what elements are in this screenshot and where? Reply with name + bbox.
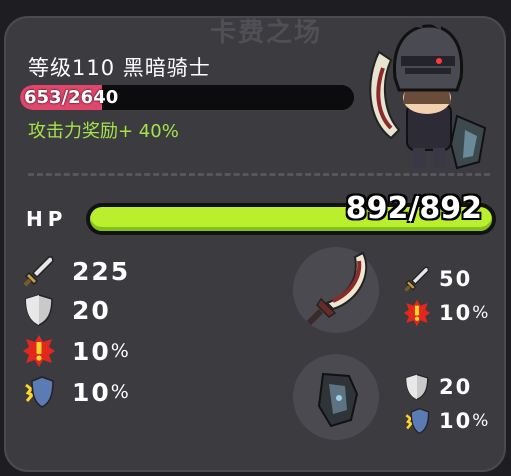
attack-bonus-text: 攻击力奖励+ 40%: [28, 121, 179, 142]
divider: [28, 173, 490, 176]
block-shield-icon: [25, 376, 54, 408]
shield-block: 10 %: [403, 407, 488, 435]
xp-text: 653/2640: [24, 87, 119, 108]
stat-defense: 20: [22, 293, 111, 327]
attack-value: 225: [72, 256, 131, 286]
block-value: 10: [72, 377, 111, 407]
block-unit: %: [110, 381, 129, 403]
curved-sword-icon: [306, 251, 368, 326]
weapon-attack: 50: [403, 265, 472, 293]
crit-unit: %: [110, 340, 129, 362]
hp-label: HP: [26, 207, 68, 231]
panel-banner: 卡费之场: [209, 18, 322, 48]
critical-hit-icon: [23, 335, 55, 367]
stat-block: 10 %: [22, 375, 129, 409]
sword-icon: [23, 256, 54, 287]
stat-attack: 225: [22, 254, 130, 288]
crit-value: 10: [72, 336, 111, 366]
weapon-slot[interactable]: [293, 247, 379, 333]
hp-text: 892/892: [345, 191, 482, 226]
weapon-crit: 10 %: [403, 299, 488, 327]
character-panel: 卡费之场 等级110 黑暗骑士 653/2640 攻击力奖励+ 40% HP 8…: [4, 16, 506, 472]
shield-icon: [25, 294, 53, 326]
critical-hit-icon: [403, 299, 431, 327]
shield-icon: [405, 374, 429, 401]
xp-bar: 653/2640: [20, 85, 354, 110]
shield-block-unit: %: [472, 411, 489, 431]
shield-defense-value: 20: [439, 375, 473, 399]
character-title: 等级110 黑暗骑士: [28, 56, 211, 80]
sword-icon: [404, 266, 430, 292]
stat-crit: 10 %: [22, 334, 129, 368]
dark-shield-icon: [317, 372, 359, 428]
shield-slot[interactable]: [293, 354, 379, 440]
shield-block-value: 10: [439, 409, 473, 433]
shield-defense: 20: [403, 373, 472, 401]
weapon-attack-value: 50: [439, 267, 473, 291]
defense-value: 20: [72, 295, 111, 325]
block-shield-icon: [405, 407, 430, 435]
weapon-crit-unit: %: [472, 303, 489, 323]
weapon-crit-value: 10: [439, 301, 473, 325]
dark-knight-portrait[interactable]: [361, 20, 491, 172]
